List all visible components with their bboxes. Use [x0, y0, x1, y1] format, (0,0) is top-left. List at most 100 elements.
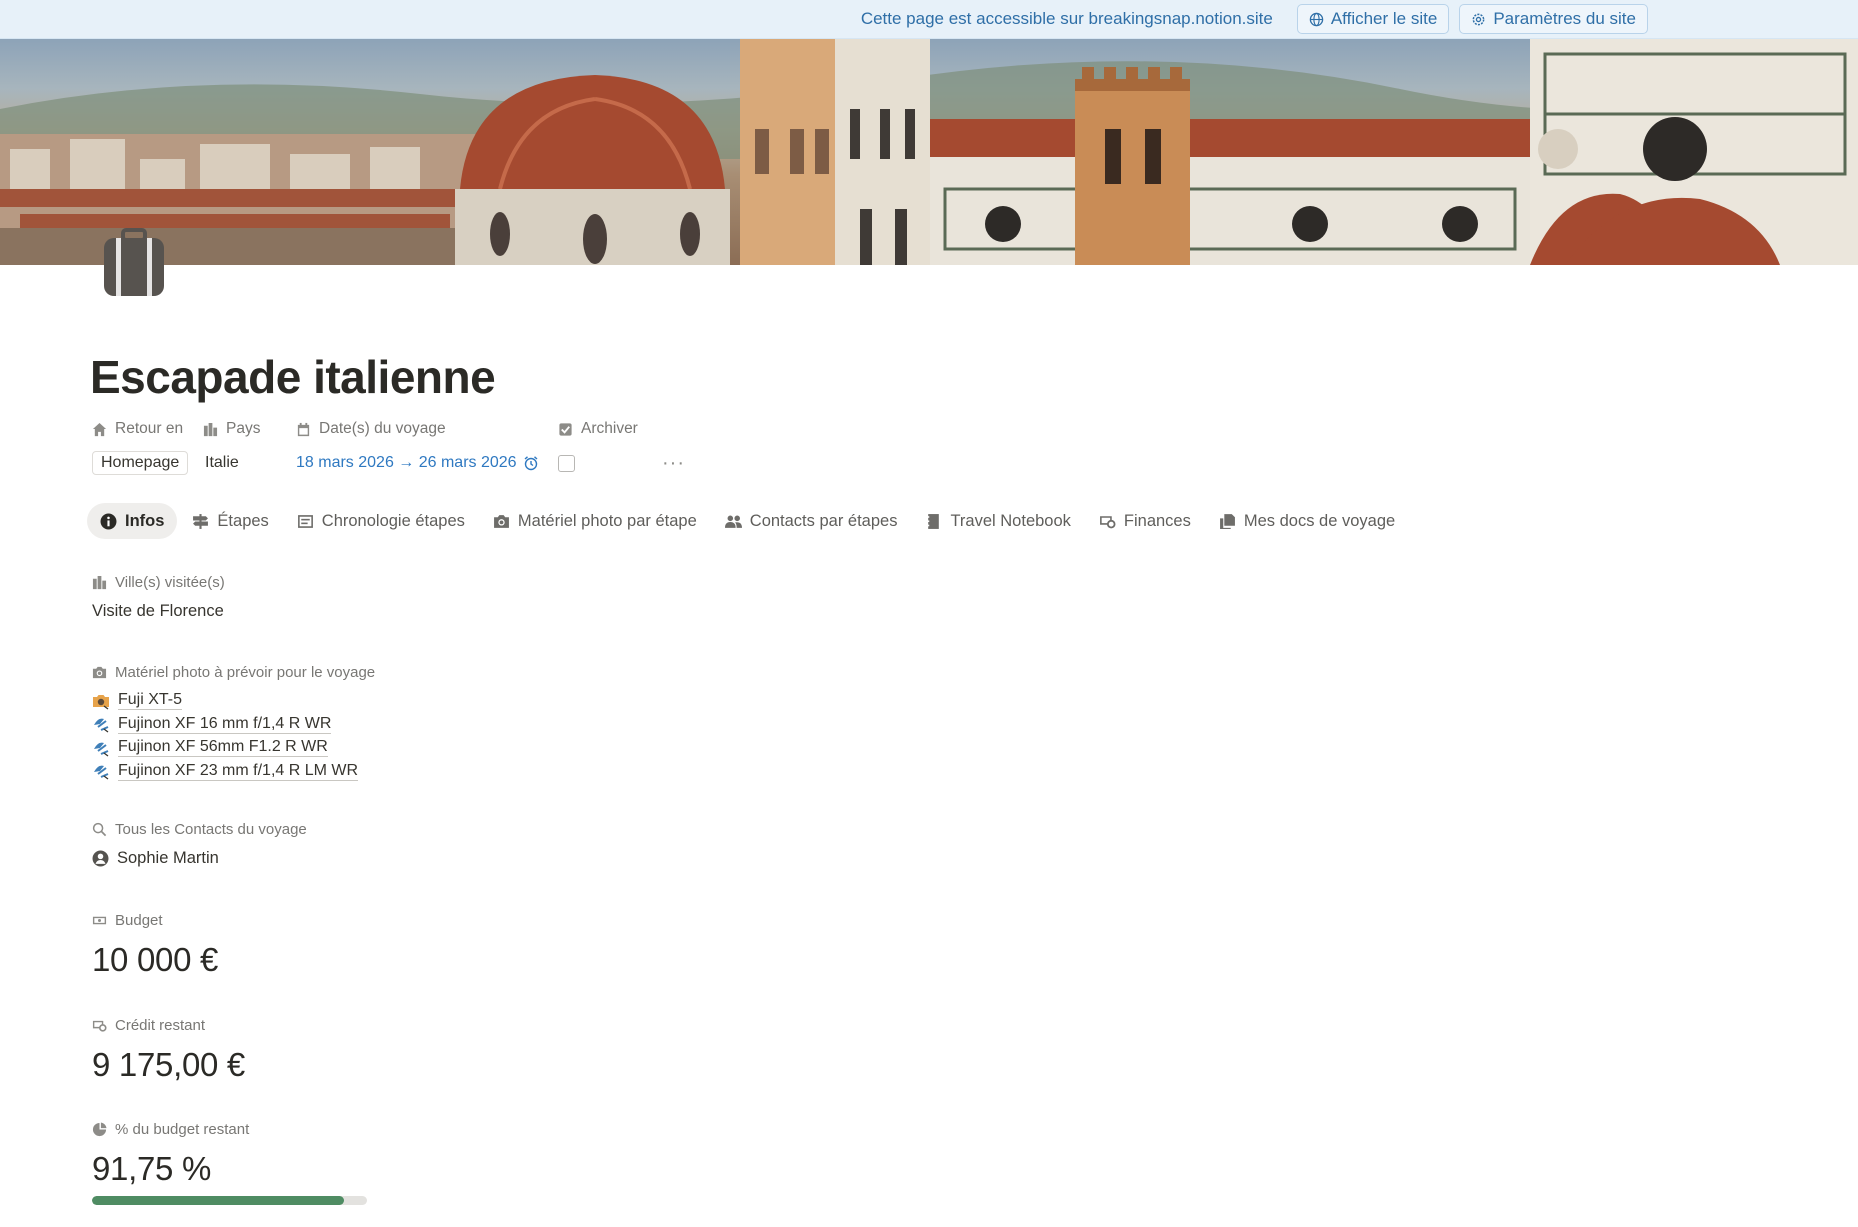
property-label: Archiver: [581, 420, 638, 437]
contact-item[interactable]: Sophie Martin: [92, 849, 307, 868]
percent-value[interactable]: 91,75 %: [92, 1150, 367, 1188]
camera-emoji-icon: [93, 694, 109, 710]
tab-materiel-photo[interactable]: Matériel photo par étape: [480, 503, 710, 539]
property-label: Pays: [226, 420, 261, 437]
homepage-link[interactable]: Homepage: [92, 451, 189, 475]
site-settings-button[interactable]: Paramètres du site: [1459, 4, 1648, 34]
banknote-icon: [92, 916, 107, 924]
section-header[interactable]: Matériel photo à prévoir pour le voyage: [92, 661, 375, 683]
gear-list: Fuji XT-5 Fujinon XF 16 mm f/1,4 R WR Fu…: [92, 689, 375, 783]
section-header[interactable]: Budget: [92, 909, 218, 931]
published-notice: Cette page est accessible sur breakingsn…: [860, 9, 1273, 28]
site-published-banner: Cette page est accessible sur breakingsn…: [0, 0, 1858, 39]
florence-skyline-illustration: [0, 39, 1858, 265]
section-header[interactable]: Ville(s) visitée(s): [92, 571, 225, 593]
tab-label: Matériel photo par étape: [517, 511, 697, 530]
notebook-icon: [927, 513, 940, 529]
gear-item[interactable]: Fujinon XF 23 mm f/1,4 R LM WR: [92, 760, 375, 784]
camera-icon: [92, 666, 107, 678]
tab-label: Mes docs de voyage: [1243, 511, 1396, 530]
country-value[interactable]: Italie: [203, 454, 239, 472]
money-icon: [92, 1020, 107, 1032]
section-materiel-photo: Matériel photo à prévoir pour le voyage …: [92, 661, 375, 783]
section-label: Matériel photo à prévoir pour le voyage: [115, 663, 376, 681]
archive-checkbox[interactable]: [558, 454, 575, 472]
tab-chronologie-etapes[interactable]: Chronologie étapes: [284, 503, 478, 539]
section-villes: Ville(s) visitée(s) Visite de Florence: [92, 571, 225, 621]
tab-etapes[interactable]: Étapes: [179, 503, 281, 539]
more-properties-button[interactable]: ···: [662, 452, 685, 475]
trip-dates-text: 18 mars 2026 → 26 mars 2026: [296, 454, 517, 471]
gear-label: Fuji XT-5: [118, 691, 183, 711]
property-header[interactable]: Date(s) du voyage: [296, 418, 539, 440]
tab-label: Finances: [1123, 511, 1191, 530]
gear-item[interactable]: Fuji XT-5: [92, 689, 375, 713]
section-label: % du budget restant: [115, 1120, 250, 1138]
people-icon: [724, 515, 742, 528]
section-label: Budget: [115, 911, 163, 929]
tab-contacts-par-etapes[interactable]: Contacts par étapes: [712, 503, 911, 539]
view-site-button[interactable]: Afficher le site: [1296, 4, 1450, 34]
trip-dates-value[interactable]: 18 mars 2026 → 26 mars 2026: [296, 454, 539, 472]
tab-label: Chronologie étapes: [321, 511, 465, 530]
property-header[interactable]: Retour en: [92, 418, 188, 440]
lens-icon: [94, 765, 109, 780]
property-retour-en: Retour en Homepage: [92, 418, 189, 476]
credit-value[interactable]: 9 175,00 €: [92, 1046, 245, 1084]
section-label: Tous les Contacts du voyage: [115, 820, 307, 838]
timeline-icon: [297, 514, 313, 528]
city-icon: [203, 422, 218, 436]
tab-finances[interactable]: Finances: [1086, 503, 1204, 539]
calendar-icon: [297, 422, 310, 436]
contact-name: Sophie Martin: [117, 849, 219, 867]
search-icon: [92, 822, 107, 836]
section-credit-restant: Crédit restant 9 175,00 €: [92, 1014, 245, 1084]
gear-item[interactable]: Fujinon XF 16 mm f/1,4 R WR: [92, 713, 375, 737]
section-header[interactable]: Crédit restant: [92, 1014, 245, 1036]
section-budget-percent: % du budget restant 91,75 %: [92, 1118, 367, 1205]
property-header[interactable]: Pays: [203, 418, 260, 440]
tab-label: Infos: [125, 511, 165, 530]
lens-icon: [94, 742, 109, 757]
view-tabs: Infos Étapes Chronologie étapes Matériel…: [87, 503, 1410, 539]
info-icon: [100, 513, 117, 529]
checkbox-icon: [559, 422, 572, 436]
property-pays: Pays Italie: [203, 418, 260, 476]
properties-bar: Retour en Homepage Pays Italie Date(s) d…: [90, 418, 730, 490]
section-label: Crédit restant: [115, 1016, 206, 1034]
tab-label: Étapes: [217, 511, 269, 530]
budget-value[interactable]: 10 000 €: [92, 941, 218, 979]
section-header[interactable]: Tous les Contacts du voyage: [92, 818, 307, 840]
gear-icon: [1472, 13, 1485, 25]
tab-travel-notebook[interactable]: Travel Notebook: [912, 503, 1083, 539]
page-icon[interactable]: [96, 224, 172, 300]
user-circle-icon: [92, 850, 109, 867]
section-header[interactable]: % du budget restant: [92, 1118, 367, 1140]
cover-image[interactable]: [0, 39, 1858, 265]
budget-progress-bar: [92, 1196, 367, 1205]
gear-label: Fujinon XF 23 mm f/1,4 R LM WR: [118, 761, 359, 781]
view-site-label: Afficher le site: [1330, 9, 1438, 28]
property-label: Retour en: [115, 420, 184, 437]
property-dates: Date(s) du voyage 18 mars 2026 → 26 mars…: [296, 418, 539, 476]
pie-chart-icon: [92, 1121, 107, 1136]
cities-value[interactable]: Visite de Florence: [92, 602, 225, 621]
gear-item[interactable]: Fujinon XF 56mm F1.2 R WR: [92, 736, 375, 760]
tab-infos[interactable]: Infos: [87, 503, 178, 539]
tab-mes-docs[interactable]: Mes docs de voyage: [1206, 503, 1408, 539]
section-budget: Budget 10 000 €: [92, 909, 218, 979]
documents-icon: [1219, 513, 1235, 529]
lens-icon: [94, 718, 109, 733]
signpost-icon: [193, 513, 209, 529]
section-label: Ville(s) visitée(s): [115, 573, 225, 591]
property-archiver: Archiver: [558, 418, 638, 476]
site-settings-label: Paramètres du site: [1493, 9, 1636, 28]
globe-icon: [1309, 12, 1324, 26]
page-title[interactable]: Escapade italienne: [90, 350, 496, 404]
camera-icon: [493, 514, 509, 528]
property-label: Date(s) du voyage: [319, 420, 446, 437]
home-icon: [92, 422, 107, 436]
property-header[interactable]: Archiver: [558, 418, 638, 440]
gear-label: Fujinon XF 56mm F1.2 R WR: [118, 738, 328, 758]
money-icon: [1099, 515, 1116, 528]
